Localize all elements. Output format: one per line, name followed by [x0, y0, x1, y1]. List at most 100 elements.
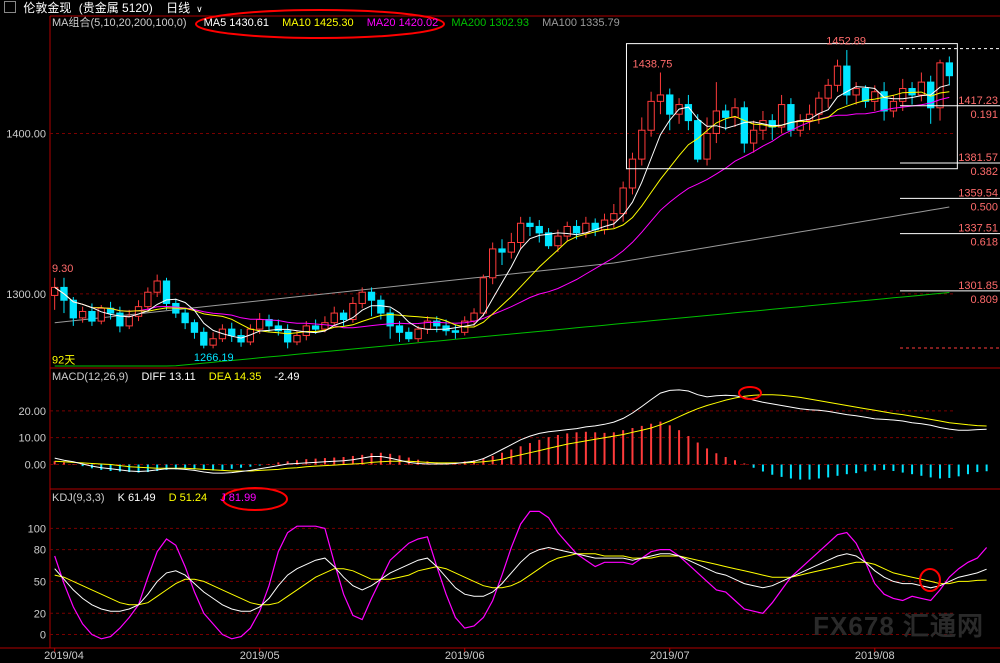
chevron-down-icon: ∨: [196, 4, 203, 14]
candle-down: [116, 312, 124, 327]
j-value: J 81.99: [220, 492, 257, 504]
candle-up: [889, 100, 898, 112]
candle-up: [703, 132, 711, 160]
menu-icon[interactable]: [4, 1, 16, 13]
macd-ytick-label: 0.00: [25, 460, 46, 472]
time-tick-label: 2019/05: [240, 650, 280, 662]
high-price-label: 1452.89: [826, 36, 866, 48]
candle-down: [88, 310, 96, 322]
candle-down: [339, 312, 348, 320]
candle-up: [656, 94, 665, 102]
candle-up: [749, 129, 758, 144]
chart-canvas: 1300.00 1400.00 0.00 10.00 20.00 0 20 50 80 100 20…: [0, 9, 1000, 662]
candle-up: [489, 248, 497, 279]
price-ytick-label: 1300.00: [6, 289, 46, 301]
fib-price-label: 1381.57: [958, 152, 998, 164]
candle-up: [470, 312, 478, 322]
candle-up: [507, 242, 515, 253]
kdj-ytick-label: 20: [34, 608, 46, 620]
candle-up: [628, 158, 637, 189]
ma5-value: MA5 1430.61: [203, 17, 270, 29]
dea-value: DEA 14.35: [208, 371, 262, 383]
instrument-name: 伦敦金现: [23, 1, 72, 15]
chart-header: 伦敦金现 (贵金属 5120) 日线 ∨: [0, 0, 211, 16]
candle-up: [358, 291, 366, 304]
fib-price-label: 1359.54: [958, 187, 998, 199]
candle-up: [638, 129, 646, 160]
candle-up: [330, 312, 338, 324]
ma100-value: MA100 1335.79: [542, 17, 620, 29]
candle-up: [777, 104, 786, 128]
candle-up: [824, 84, 832, 99]
macd-legend-label[interactable]: MACD(12,26,9): [52, 371, 128, 383]
ma-legend: MA组合(5,10,20,200,100,0) MA5 1430.61 MA10…: [52, 16, 630, 30]
candle-down: [908, 88, 916, 96]
fib-ratio-label: 0.382: [970, 166, 998, 178]
kdj-legend-label[interactable]: KDJ(9,3,3): [52, 492, 105, 504]
macd-ytick-label: 10.00: [18, 433, 46, 445]
candle-down: [228, 328, 236, 337]
candle-down: [237, 335, 245, 343]
time-tick-label: 2019/04: [44, 650, 84, 662]
ma5-line: [54, 84, 950, 339]
fib-price-label: 1301.85: [958, 280, 998, 292]
candle-down: [451, 330, 460, 333]
candle-up: [871, 91, 879, 102]
diff-value: DIFF 13.11: [141, 371, 196, 383]
candle-up: [78, 310, 87, 319]
instrument-category: (贵金属 5120): [78, 1, 153, 15]
candle-down: [181, 312, 189, 324]
candle-up: [833, 65, 842, 86]
days-count-label: 92天: [52, 355, 75, 367]
fib-ratio-label: 0.191: [970, 109, 998, 121]
ma10-line: [54, 91, 950, 335]
macd-value: -2.49: [274, 371, 300, 383]
candle-up: [600, 219, 609, 231]
candle-down: [722, 110, 730, 118]
candle-down: [945, 62, 954, 77]
candle-up: [293, 335, 301, 343]
ma200-value: MA200 1302.93: [451, 17, 530, 29]
ma-legend-label[interactable]: MA组合(5,10,20,200,100,0): [52, 17, 187, 29]
macd-cross-circle: [738, 386, 762, 400]
period-label: 日线: [166, 1, 191, 15]
low-price-label: 1266.19: [194, 352, 234, 364]
candle-down: [395, 325, 404, 333]
candle-up: [144, 291, 152, 308]
kdj-ytick-label: 0: [40, 630, 46, 642]
candle-up: [516, 222, 525, 244]
ma20-line: [54, 96, 950, 329]
left-price-label: 9.30: [52, 263, 73, 275]
period-selector[interactable]: 日线 ∨: [166, 1, 207, 15]
price-ytick-label: 1400.00: [6, 128, 46, 140]
fib-ratio-label: 0.809: [970, 294, 998, 306]
candle-down: [190, 322, 199, 333]
candle-up: [563, 225, 571, 237]
candle-down: [572, 225, 581, 234]
local-high-label: 1438.75: [633, 58, 673, 70]
time-tick-label: 2019/06: [445, 650, 485, 662]
kdj-ytick-label: 80: [34, 545, 46, 557]
candle-up: [479, 277, 488, 314]
candle-up: [554, 235, 562, 247]
candle-up: [936, 62, 944, 109]
macd-ytick-label: 20.00: [18, 406, 46, 418]
kdj-ytick-label: 50: [34, 576, 46, 588]
candle-down: [535, 225, 543, 234]
candle-up: [125, 315, 133, 327]
macd-legend: MACD(12,26,9) DIFF 13.11 DEA 14.35 -2.49: [52, 370, 310, 384]
candle-up: [815, 97, 823, 115]
candle-up: [321, 322, 329, 330]
candle-down: [861, 88, 870, 102]
fib-price-label: 1337.51: [958, 223, 998, 235]
k-value: K 61.49: [117, 492, 156, 504]
ma20-value: MA20 1420.02: [366, 17, 439, 29]
candle-up: [414, 328, 422, 340]
kdj-ytick-label: 100: [28, 523, 46, 535]
ma10-value: MA10 1425.30: [282, 17, 354, 29]
fib-ratio-label: 0.618: [970, 237, 998, 249]
ma200-line: [54, 292, 950, 367]
candle-down: [787, 104, 795, 131]
candle-down: [200, 331, 208, 346]
candle-down: [666, 94, 674, 115]
